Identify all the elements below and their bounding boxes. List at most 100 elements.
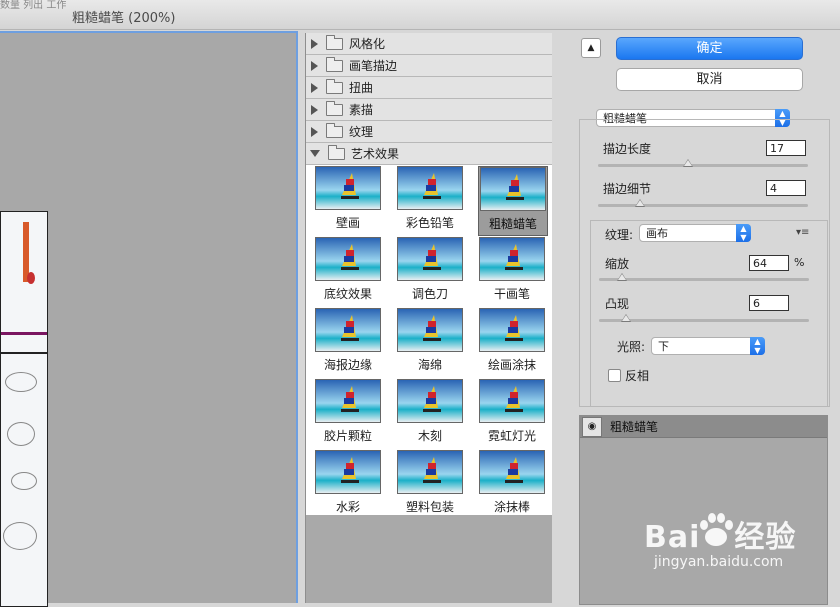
filter-name: 底纹效果 xyxy=(323,287,372,301)
watermark-url: jingyan.baidu.com xyxy=(654,554,784,570)
filter-name: 调色刀 xyxy=(411,287,448,301)
category-distort[interactable]: 扭曲 xyxy=(306,77,553,99)
relief-label: 凸现 xyxy=(605,297,630,311)
filter-preview-image[interactable] xyxy=(315,166,381,210)
filter-name: 塑料包装 xyxy=(405,500,454,514)
folder-icon xyxy=(326,34,343,50)
expand-triangle-icon[interactable] xyxy=(311,82,318,93)
scale-label: 缩放 xyxy=(605,257,630,271)
filter-thumb[interactable]: 调色刀 xyxy=(396,237,464,305)
scale-slider[interactable] xyxy=(599,273,809,281)
stroke-length-input[interactable]: 17 xyxy=(766,140,806,156)
scale-input[interactable]: 64 xyxy=(749,255,789,271)
filter-preview-image[interactable] xyxy=(315,379,381,423)
filter-preview-image[interactable] xyxy=(315,308,381,352)
filter-thumb[interactable]: 木刻 xyxy=(396,379,464,447)
category-sketch[interactable]: 素描 xyxy=(306,99,553,121)
relief-slider[interactable] xyxy=(599,314,809,322)
expand-triangle-icon[interactable] xyxy=(311,60,318,71)
texture-menu-icon[interactable]: ▾≡ xyxy=(796,227,809,238)
window-titlebar: 数量 列出 工作 粗糙蜡笔 (200%) xyxy=(0,0,840,30)
category-artistic[interactable]: 艺术效果 xyxy=(306,143,553,165)
ok-button[interactable]: 确定 xyxy=(616,37,803,60)
filter-thumb[interactable]: 水彩 xyxy=(314,450,382,518)
filter-thumb[interactable]: 彩色铅笔 xyxy=(396,166,464,234)
watermark-brand: Bai xyxy=(644,520,701,555)
filter-preview-image[interactable] xyxy=(479,308,545,352)
filter-preview-image[interactable] xyxy=(397,166,463,210)
filter-preview-image[interactable] xyxy=(315,237,381,281)
filter-name: 彩色铅笔 xyxy=(405,216,454,230)
light-select[interactable]: 下 ▲ ▼ xyxy=(651,337,765,355)
filter-thumb[interactable]: 塑料包装 xyxy=(396,450,464,518)
light-select-value: 下 xyxy=(658,340,669,353)
relief-input[interactable]: 6 xyxy=(749,295,789,311)
filter-name: 壁画 xyxy=(335,216,360,230)
filter-options-group: 描边长度 17 描边细节 4 纹理: 画布 ▲ ▼ ▾≡ 缩放 64 % 凸现 6… xyxy=(579,119,830,407)
invert-checkbox[interactable] xyxy=(608,369,621,382)
stroke-detail-slider[interactable] xyxy=(598,199,808,207)
filter-thumb[interactable]: 底纹效果 xyxy=(314,237,382,305)
scale-unit: % xyxy=(794,256,805,269)
filter-preview-image[interactable] xyxy=(479,450,545,494)
filter-preview-image[interactable] xyxy=(479,237,545,281)
cancel-button[interactable]: 取消 xyxy=(616,68,803,91)
filter-name: 胶片颗粒 xyxy=(323,429,372,443)
folder-icon xyxy=(326,100,343,116)
filter-gallery-list[interactable]: 风格化 画笔描边 扭曲 素描 纹理 艺术效果 壁画 彩色铅笔 粗糙蜡笔底纹效果 调色刀… xyxy=(305,33,553,603)
filter-preview-image[interactable] xyxy=(397,379,463,423)
dropdown-arrows-icon: ▲ ▼ xyxy=(750,337,765,355)
texture-select[interactable]: 画布 ▲ ▼ xyxy=(639,224,751,242)
expand-triangle-icon[interactable] xyxy=(311,38,318,49)
preview-pane[interactable] xyxy=(0,31,298,607)
stroke-length-slider[interactable] xyxy=(598,159,808,167)
filter-thumb[interactable]: 霓虹灯光 xyxy=(478,379,546,447)
effect-layer-name: 粗糙蜡笔 xyxy=(610,420,659,434)
expand-triangle-icon[interactable] xyxy=(311,126,318,137)
preview-image[interactable] xyxy=(0,211,48,607)
collapse-gallery-button[interactable]: ▲ xyxy=(581,38,601,58)
category-texture[interactable]: 纹理 xyxy=(306,121,553,143)
divider xyxy=(552,33,572,603)
open-folder-icon xyxy=(328,144,345,160)
filter-thumb[interactable]: 胶片颗粒 xyxy=(314,379,382,447)
invert-label: 反相 xyxy=(625,369,650,383)
filter-thumb[interactable]: 粗糙蜡笔 xyxy=(478,166,548,236)
filter-name: 粗糙蜡笔 xyxy=(488,217,537,231)
collapse-triangle-icon[interactable] xyxy=(310,150,320,157)
filter-thumb[interactable]: 海报边缘 xyxy=(314,308,382,376)
slider-thumb[interactable] xyxy=(617,273,628,281)
stroke-length-label: 描边长度 xyxy=(603,142,652,156)
filter-preview-image[interactable] xyxy=(397,308,463,352)
expand-triangle-icon[interactable] xyxy=(311,104,318,115)
folder-icon xyxy=(326,78,343,94)
filter-preview-image[interactable] xyxy=(480,167,546,211)
filter-preview-image[interactable] xyxy=(397,450,463,494)
dropdown-arrows-icon: ▲ ▼ xyxy=(736,224,751,242)
stroke-detail-input[interactable]: 4 xyxy=(766,180,806,196)
filter-name: 绘画涂抹 xyxy=(487,358,536,372)
folder-icon xyxy=(326,56,343,72)
filter-thumb[interactable]: 涂抹棒 xyxy=(478,450,546,518)
filter-name: 木刻 xyxy=(417,429,442,443)
ghost-text: 数量 列出 工作 xyxy=(0,0,67,11)
filter-thumb[interactable]: 绘画涂抹 xyxy=(478,308,546,376)
filter-thumb[interactable]: 海绵 xyxy=(396,308,464,376)
filter-thumb[interactable]: 干画笔 xyxy=(478,237,546,305)
filter-preview-image[interactable] xyxy=(479,379,545,423)
filter-thumbnails: 壁画 彩色铅笔 粗糙蜡笔底纹效果 调色刀 干画笔海报边缘 海绵 绘画涂抹胶片颗粒 木刻 霓虹灯光… xyxy=(306,165,553,515)
slider-thumb[interactable] xyxy=(635,199,645,207)
effect-layer-row[interactable]: ◉ 粗糙蜡笔 xyxy=(580,416,827,438)
filter-preview-image[interactable] xyxy=(315,450,381,494)
filter-preview-image[interactable] xyxy=(397,237,463,281)
category-brush-strokes[interactable]: 画笔描边 xyxy=(306,55,553,77)
slider-thumb[interactable] xyxy=(683,159,694,167)
slider-thumb[interactable] xyxy=(621,314,632,322)
filter-name: 海绵 xyxy=(417,358,442,372)
filter-thumb[interactable]: 壁画 xyxy=(314,166,382,234)
effect-layers-panel: ◉ 粗糙蜡笔 xyxy=(579,415,828,605)
paw-icon xyxy=(700,513,733,546)
texture-label: 纹理: xyxy=(603,226,636,243)
category-stylize[interactable]: 风格化 xyxy=(306,33,553,55)
eye-icon[interactable]: ◉ xyxy=(582,416,602,437)
